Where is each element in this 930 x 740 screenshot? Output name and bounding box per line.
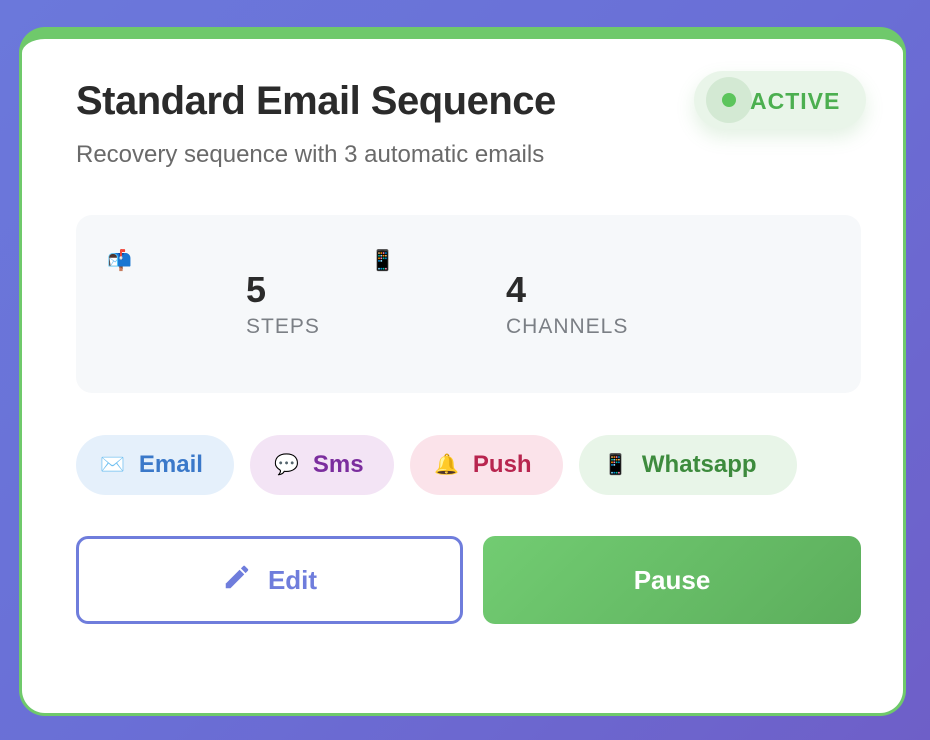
status-label: ACTIVE xyxy=(750,88,841,114)
pause-button-label: Pause xyxy=(633,564,711,595)
status-badge: ACTIVE xyxy=(694,71,866,129)
sequence-subtitle: Recovery sequence with 3 automatic email… xyxy=(76,141,545,168)
status-dot-icon xyxy=(722,93,736,107)
mailbox-icon: 📬 xyxy=(107,250,132,272)
channel-chip-email: ✉️ Email xyxy=(76,435,234,495)
mobile-phone-icon: 📱 xyxy=(370,250,395,272)
channel-chip-whatsapp: 📱 Whatsapp xyxy=(579,435,797,495)
stats-panel: 📬 5 STEPS 📱 4 CHANNELS xyxy=(76,215,861,393)
pencil-icon xyxy=(222,562,252,599)
mobile-phone-icon: 📱 xyxy=(603,454,628,476)
envelope-icon: ✉️ xyxy=(100,454,125,476)
sequence-title: Standard Email Sequence xyxy=(76,79,556,123)
channel-chip-label: Push xyxy=(472,451,532,478)
channels-count: 4 xyxy=(506,269,527,310)
bell-icon: 🔔 xyxy=(434,454,459,476)
steps-label: STEPS xyxy=(246,315,320,338)
speech-bubble-icon: 💬 xyxy=(274,454,299,476)
channels-label: CHANNELS xyxy=(506,315,629,338)
edit-button-label: Edit xyxy=(267,564,318,595)
channel-chip-push: 🔔 Push xyxy=(410,435,563,495)
channel-chip-label: Sms xyxy=(312,451,364,478)
sequence-card: Standard Email Sequence Recovery sequenc… xyxy=(19,27,906,716)
steps-count: 5 xyxy=(246,269,267,310)
channel-chip-sms: 💬 Sms xyxy=(250,435,394,495)
pause-button[interactable]: Pause xyxy=(483,536,861,624)
channel-chip-label: Whatsapp xyxy=(641,451,757,478)
edit-button[interactable]: Edit xyxy=(76,536,463,624)
channel-chip-label: Email xyxy=(138,451,203,478)
